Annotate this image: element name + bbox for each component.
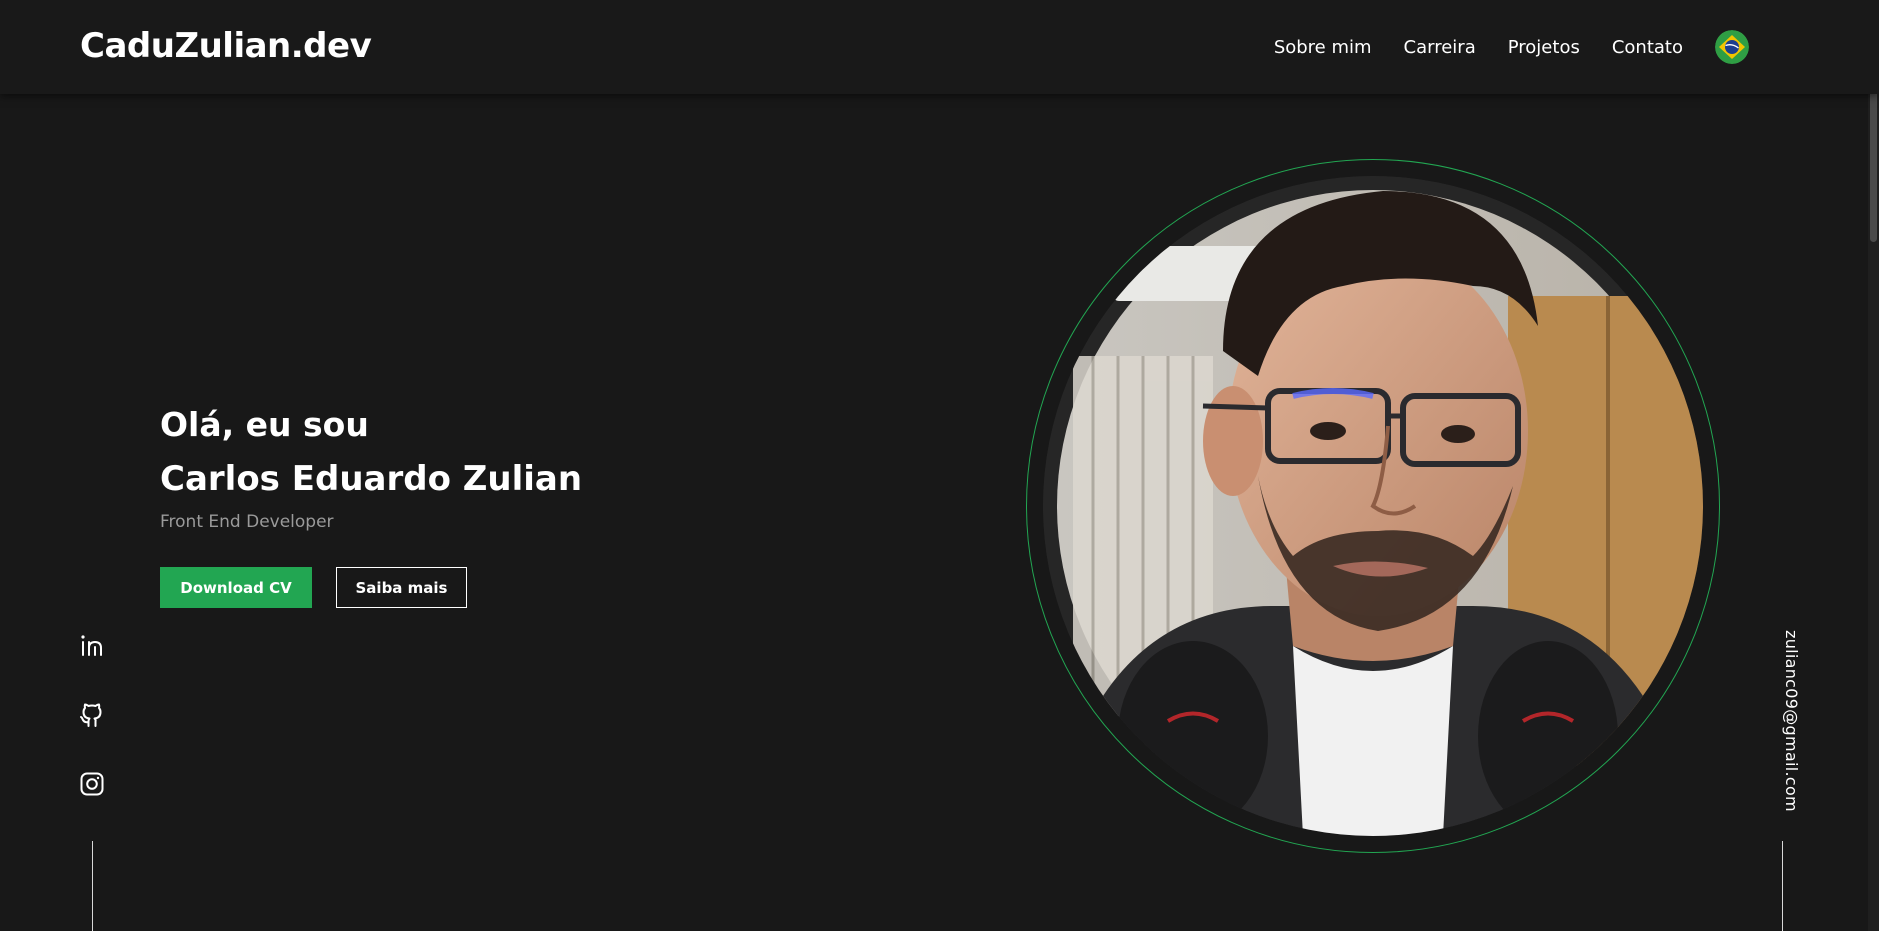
nav-link-sobre-mim[interactable]: Sobre mim: [1274, 37, 1372, 58]
site-logo[interactable]: CaduZulian.dev: [80, 26, 372, 66]
scrollbar-track[interactable]: [1868, 0, 1879, 931]
nav-link-contato[interactable]: Contato: [1612, 37, 1683, 58]
hero-role: Front End Developer: [160, 512, 334, 532]
download-cv-button[interactable]: Download CV: [160, 567, 312, 608]
nav-link-projetos[interactable]: Projetos: [1508, 37, 1580, 58]
hero-name: Carlos Eduardo Zulian: [160, 459, 583, 499]
hero-section: Olá, eu sou Carlos Eduardo Zulian Front …: [160, 398, 582, 608]
instagram-icon[interactable]: [78, 770, 106, 798]
nav-link-carreira[interactable]: Carreira: [1404, 37, 1476, 58]
linkedin-icon[interactable]: [78, 632, 106, 660]
hero-greeting: Olá, eu sou: [160, 405, 369, 444]
main-nav: Sobre mim Carreira Projetos Contato: [1242, 30, 1749, 64]
github-icon[interactable]: [78, 701, 106, 729]
email-link[interactable]: zulianc09@gmail.com: [1782, 630, 1801, 812]
saiba-mais-button[interactable]: Saiba mais: [336, 567, 467, 608]
profile-photo: [1043, 176, 1703, 836]
site-header: CaduZulian.dev Sobre mim Carreira Projet…: [0, 0, 1879, 94]
brazil-flag-icon[interactable]: [1715, 30, 1749, 64]
left-divider-line: [92, 841, 93, 931]
right-divider-line: [1782, 841, 1783, 931]
social-links: [78, 632, 106, 839]
hero-buttons: Download CV Saiba mais: [160, 567, 582, 608]
